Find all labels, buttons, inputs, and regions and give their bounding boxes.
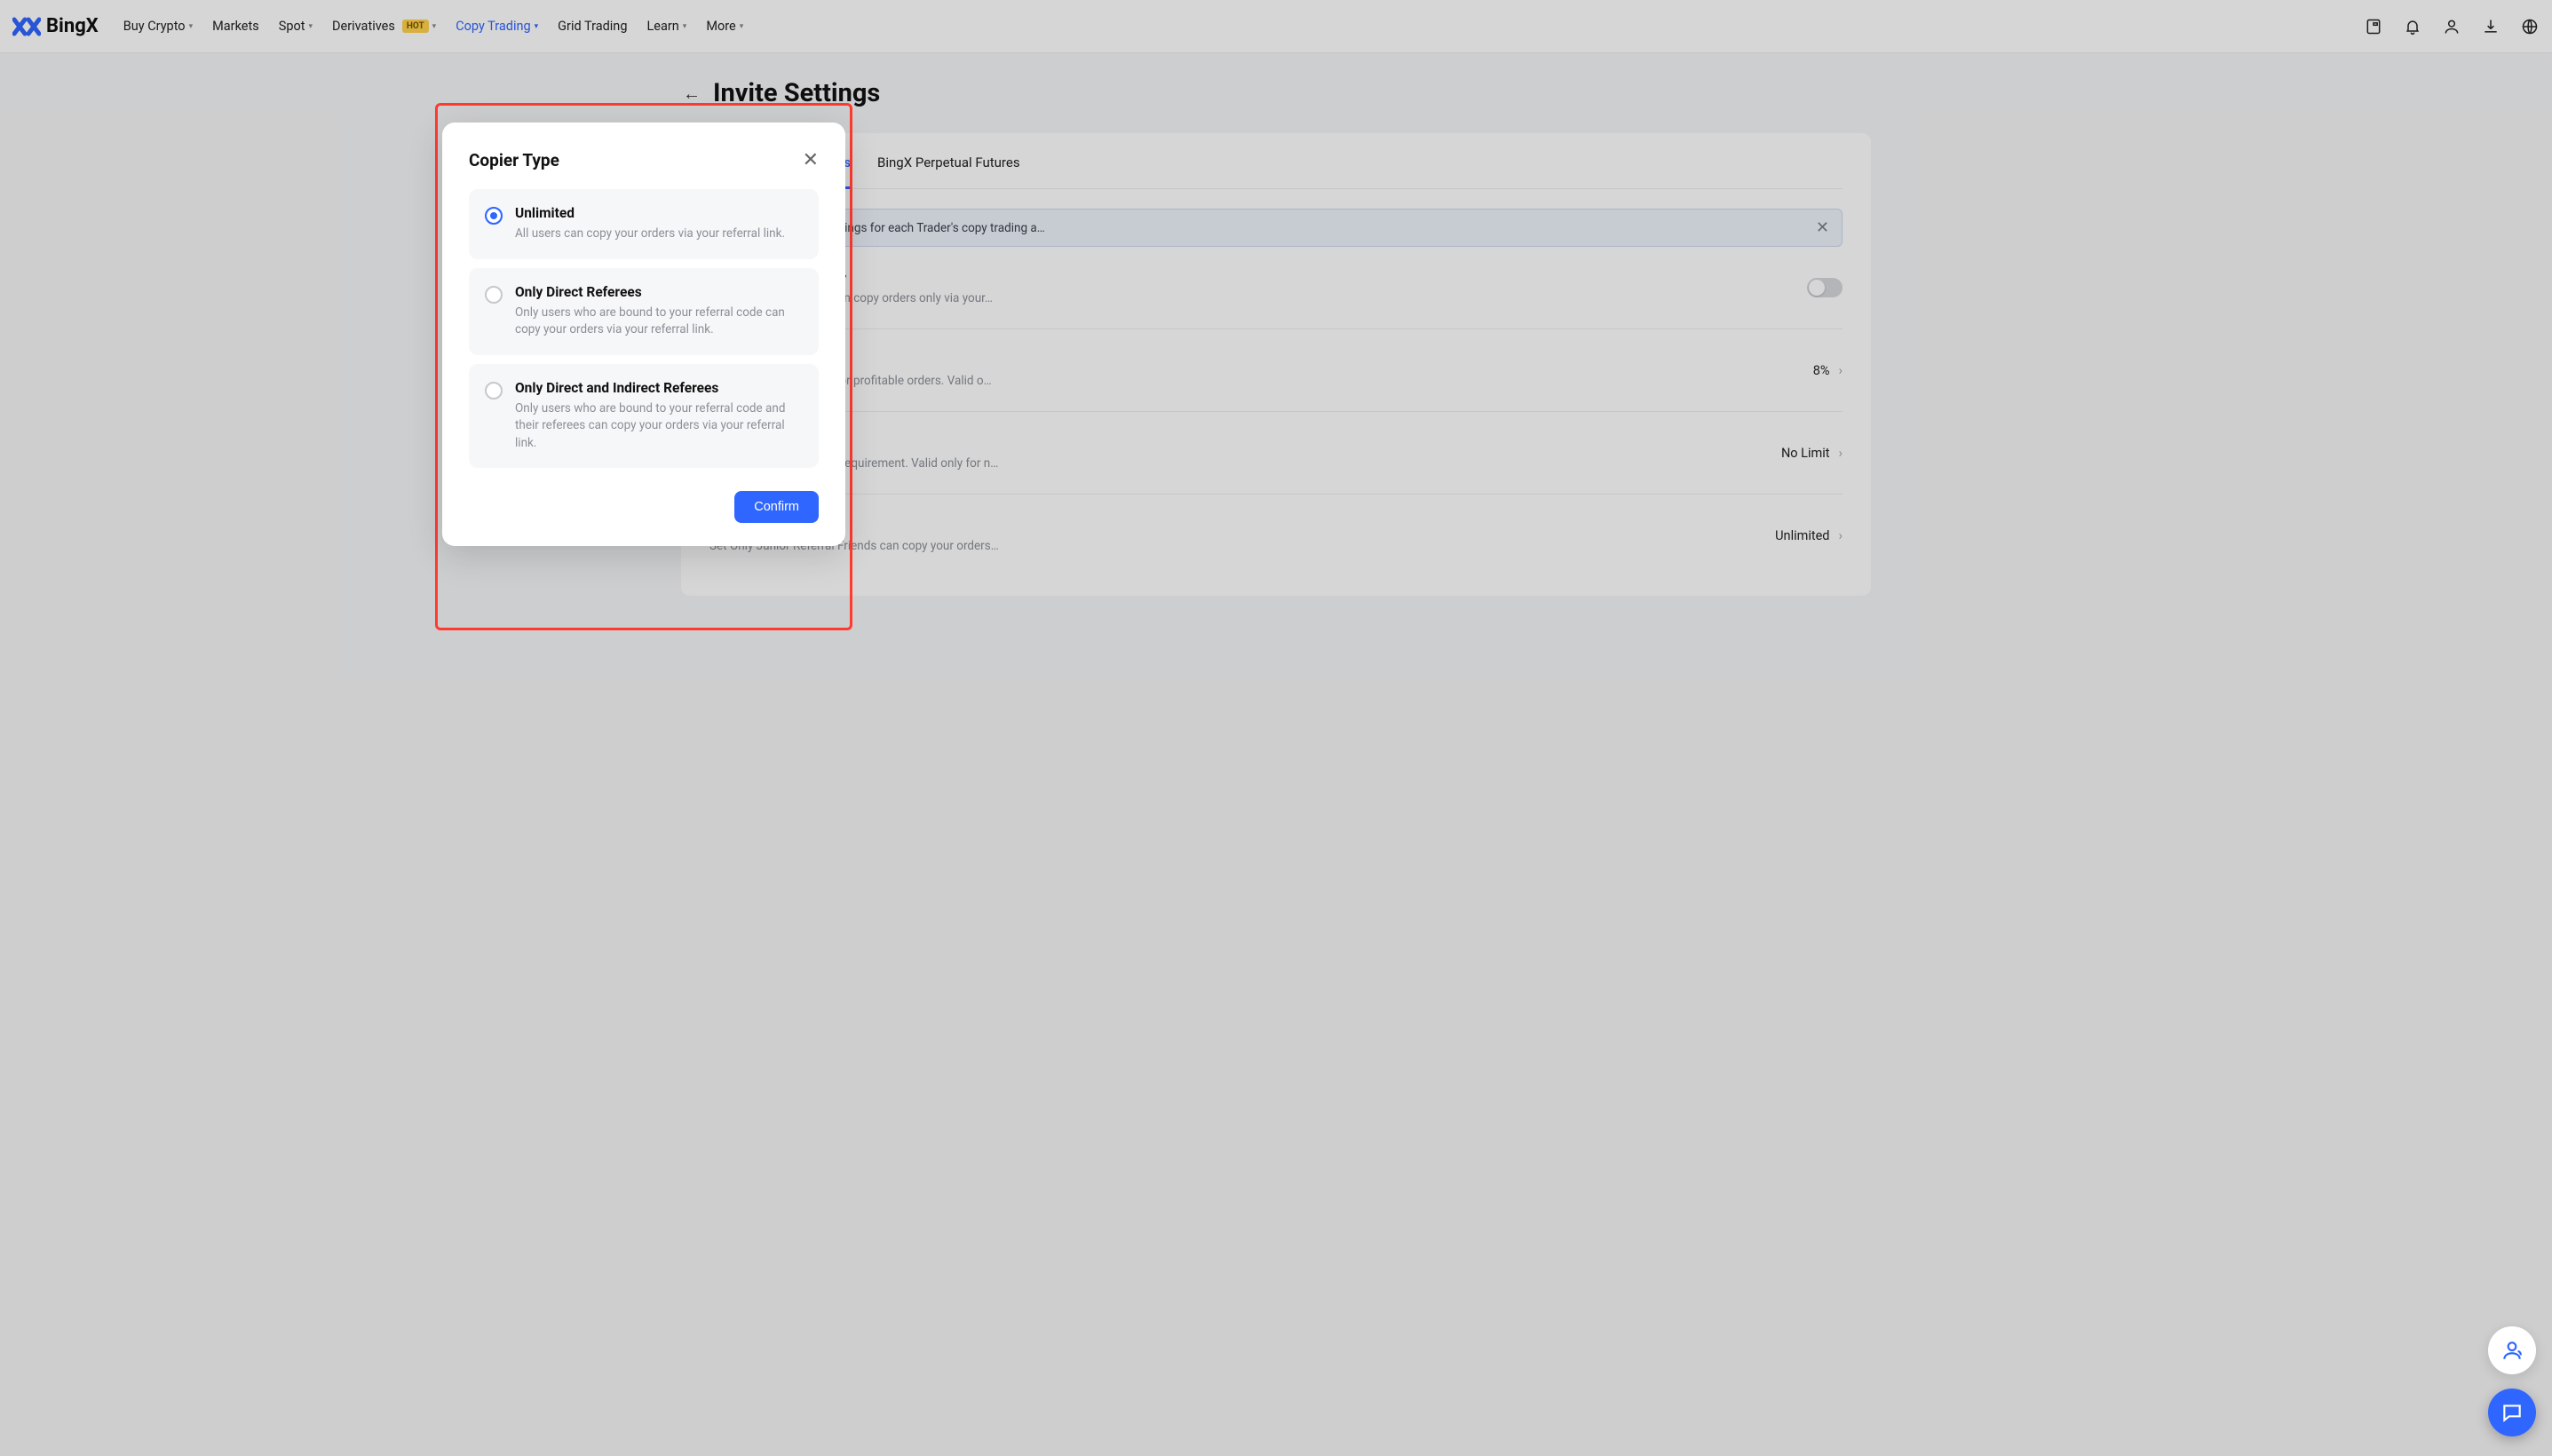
copier-type-value: Unlimited [1775,528,1829,543]
logo-text: BingX [46,15,99,37]
option-desc: All users can copy your orders via your … [515,226,803,243]
globe-icon[interactable] [2520,17,2540,36]
tab-perpetual-futures[interactable]: BingX Perpetual Futures [877,154,1020,188]
row-invite-only: Copy by Invitation Only When turned on, … [709,247,1843,329]
support-user-button[interactable] [2488,1326,2536,1374]
radio-icon[interactable] [485,382,503,400]
row-profit-share[interactable]: Profit Share Ratio Set a Profit Share Ra… [709,329,1843,412]
nav-item-grid-trading[interactable]: Grid Trading [558,19,627,34]
headset-user-icon [2500,1339,2524,1362]
tabs: BingX Standard Futures BingX Perpetual F… [709,133,1843,189]
caret-icon: ▾ [189,22,194,31]
modal-actions: Confirm [469,491,819,523]
option-direct-referees[interactable]: Only Direct Referees Only users who are … [469,268,819,355]
nav-label: Grid Trading [558,19,627,34]
close-icon[interactable]: ✕ [803,149,819,171]
caret-icon: ▾ [740,22,744,31]
chevron-right-icon: › [1838,527,1843,543]
user-icon[interactable] [2442,17,2461,36]
back-arrow-icon[interactable]: ← [683,83,701,105]
header: BingX Buy Crypto▾ Markets Spot▾ Derivati… [0,0,2552,53]
row-value[interactable]: No Limit › [1781,445,1843,461]
option-direct-indirect-referees[interactable]: Only Direct and Indirect Referees Only u… [469,364,819,469]
chevron-right-icon: › [1838,362,1843,378]
row-copier-balance[interactable]: Copier's Balance Set the account balance… [709,412,1843,495]
settings-card: BingX Standard Futures BingX Perpetual F… [681,133,1871,596]
nav-label: Markets [212,19,259,34]
nav-label: Learn [646,19,678,34]
caret-icon: ▾ [432,22,437,31]
logo[interactable]: BingX [12,15,99,37]
nav-item-more[interactable]: More ▾ [706,19,743,34]
nav-item-buy-crypto[interactable]: Buy Crypto▾ [123,19,193,34]
radio-icon[interactable] [485,286,503,304]
option-desc: Only users who are bound to your referra… [515,400,803,453]
nav-item-copy-trading[interactable]: Copy Trading ▾ [456,19,538,34]
hot-badge: HOT [402,20,429,33]
row-copier-type[interactable]: Copier Type Set Only Junior Referral Fri… [709,495,1843,576]
option-unlimited[interactable]: Unlimited All users can copy your orders… [469,189,819,259]
copier-type-modal: Copier Type ✕ Unlimited All users can co… [442,123,845,546]
nav-label: Buy Crypto [123,19,186,34]
logo-icon [12,16,41,37]
chat-button[interactable] [2488,1389,2536,1436]
nav: Buy Crypto▾ Markets Spot▾ DerivativesHOT… [123,19,744,34]
option-desc: Only users who are bound to your referra… [515,305,803,339]
nav-label: Spot [279,19,305,34]
caret-icon: ▾ [683,22,687,31]
caret-icon: ▾ [535,22,539,31]
page: ← Invite Settings BingX Standard Futures… [681,53,1871,621]
caret-icon: ▾ [308,22,313,31]
toggle-knob [1809,280,1825,296]
nav-label: Copy Trading [456,19,530,34]
modal-header: Copier Type ✕ [469,149,819,171]
bell-icon[interactable] [2403,17,2422,36]
nav-item-spot[interactable]: Spot▾ [279,19,313,34]
row-value[interactable]: Unlimited › [1775,527,1843,543]
nav-item-derivatives[interactable]: Derivatives HOT▾ [332,19,436,34]
nav-label: Derivatives [332,19,395,34]
balance-value: No Limit [1781,446,1830,461]
option-title: Unlimited [515,205,803,221]
nav-label: More [706,19,735,34]
profit-value: 8% [1813,363,1830,378]
title-row: ← Invite Settings [683,78,1871,108]
download-icon[interactable] [2481,17,2500,36]
modal-title: Copier Type [469,150,559,170]
tip-bar: i Tip: The Invite Settings for each Trad… [709,209,1843,247]
row-value[interactable]: 8% › [1813,362,1843,378]
nav-item-learn[interactable]: Learn ▾ [646,19,686,34]
option-title: Only Direct and Indirect Referees [515,380,803,396]
close-icon[interactable]: ✕ [1816,218,1829,237]
invite-only-toggle[interactable] [1807,278,1843,297]
confirm-button[interactable]: Confirm [734,491,819,523]
chat-icon [2500,1401,2524,1424]
option-title: Only Direct Referees [515,284,803,300]
nav-item-markets[interactable]: Markets [212,19,259,34]
radio-icon[interactable] [485,207,503,225]
chevron-right-icon: › [1838,445,1843,461]
calculator-icon[interactable] [2364,17,2383,36]
header-right [2364,17,2540,36]
